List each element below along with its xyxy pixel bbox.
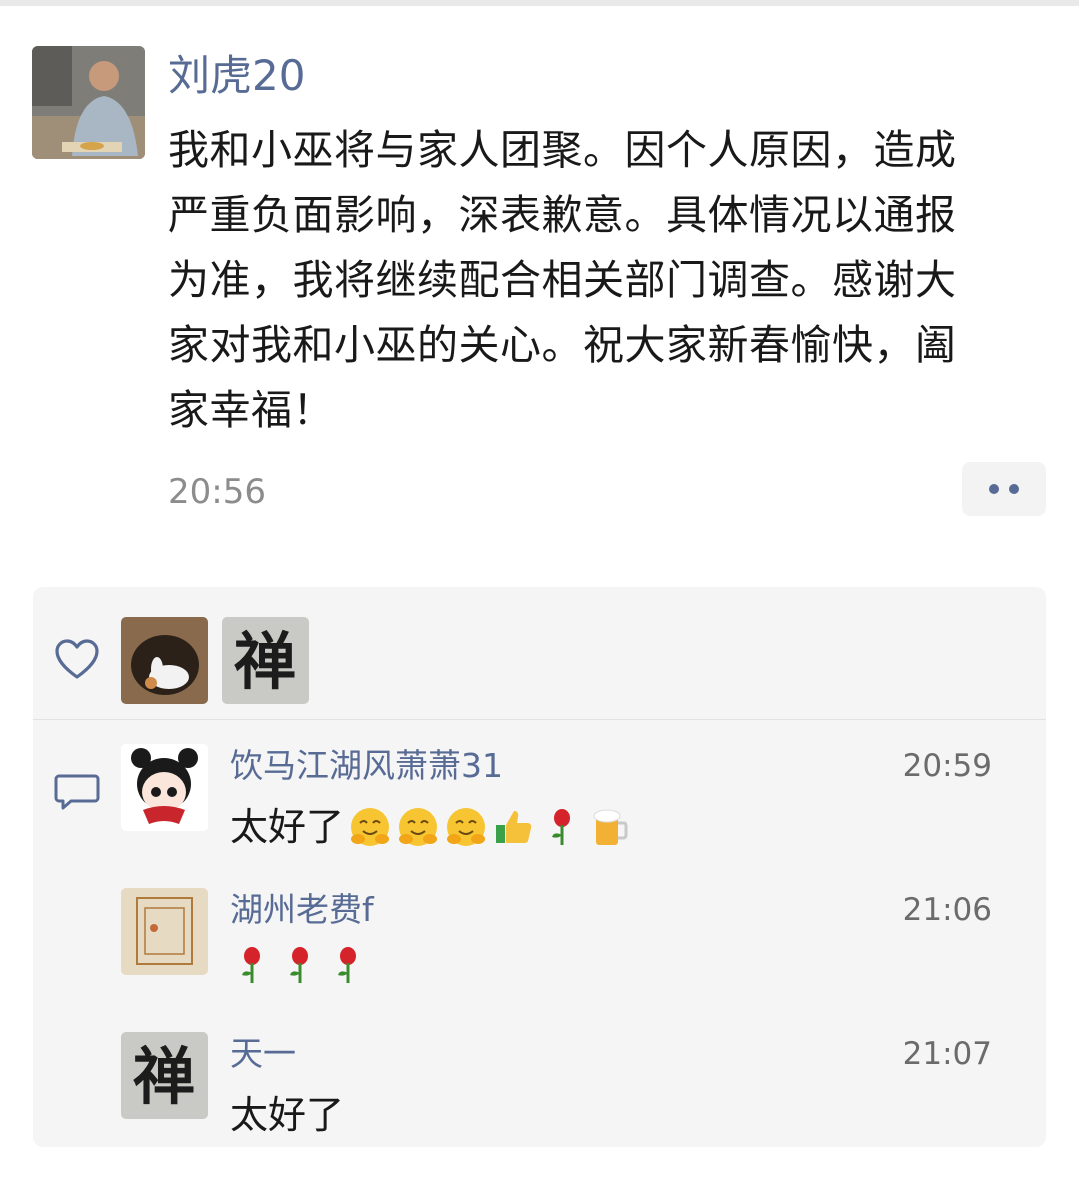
rose-emoji-icon (326, 943, 370, 987)
rose-emoji-icon (230, 943, 274, 987)
likes-comments-panel: 禅 饮马江湖风萧萧31 20:59 太好了 湖州老费f 21:06 禅 天一 2… (33, 587, 1046, 1147)
beer-emoji-icon (588, 805, 632, 849)
comment-time: 21:07 (902, 1036, 992, 1072)
comment-text-row: 太好了 (230, 799, 632, 855)
heart-icon (55, 639, 99, 679)
comment-avatar[interactable] (121, 744, 208, 831)
comment-author[interactable]: 饮马江湖风萧萧31 (230, 746, 503, 786)
chan-calligraphy-avatar[interactable]: 禅 (222, 617, 309, 704)
rabbit-in-hole-avatar[interactable] (121, 617, 208, 704)
post-text-line: 家幸福！ (168, 386, 334, 434)
comment-author[interactable]: 天一 (230, 1034, 296, 1074)
more-dots-icon[interactable] (962, 462, 1046, 516)
comment-text: 太好了 (230, 805, 345, 849)
comment-avatar[interactable]: 禅 (121, 1032, 208, 1119)
comment-text-row (230, 943, 370, 987)
post-author-name[interactable]: 刘虎20 (168, 50, 305, 102)
post-author-avatar[interactable] (32, 46, 145, 159)
likes-row: 禅 (33, 587, 1046, 720)
top-edge (0, 0, 1079, 6)
comment-bubble-icon (54, 774, 100, 810)
comment-text-row: 太好了 (230, 1087, 344, 1143)
rose-emoji-icon (278, 943, 322, 987)
hug-emoji-icon (444, 805, 488, 849)
post-text: 我和小巫将与家人团聚。因个人原因，造成 严重负面影响，深表歉意。具体情况以通报 … (168, 118, 1048, 443)
thumbs-up-emoji-icon (492, 805, 536, 849)
post-timestamp: 20:56 (168, 472, 266, 512)
post-text-line: 为准，我将继续配合相关部门调查。感谢大 (168, 256, 957, 304)
comment-author[interactable]: 湖州老费f (230, 890, 374, 930)
svg-text:禅: 禅 (133, 1040, 195, 1113)
rose-emoji-icon (540, 805, 584, 849)
divider (33, 719, 1046, 720)
post-text-line: 我和小巫将与家人团聚。因个人原因，造成 (168, 126, 957, 174)
hug-emoji-icon (396, 805, 440, 849)
comment-time: 21:06 (902, 892, 992, 928)
more-dot (989, 484, 999, 494)
more-dot (1009, 484, 1019, 494)
post-text-line: 家对我和小巫的关心。祝大家新春愉快，阖 (168, 321, 957, 369)
post-text-line: 严重负面影响，深表歉意。具体情况以通报 (168, 191, 957, 239)
hug-emoji-icon (348, 805, 392, 849)
svg-text:禅: 禅 (234, 625, 296, 698)
comment-time: 20:59 (902, 748, 992, 784)
comment-text: 太好了 (230, 1093, 345, 1137)
comment-avatar[interactable] (121, 888, 208, 975)
